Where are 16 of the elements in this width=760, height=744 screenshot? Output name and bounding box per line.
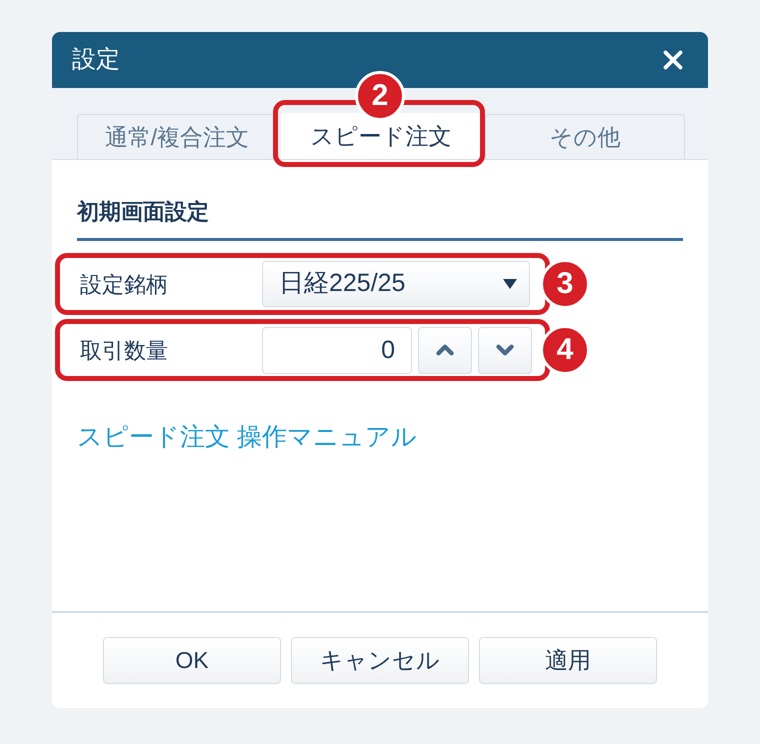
- tab[interactable]: その他: [485, 114, 685, 159]
- dialog-button[interactable]: OK: [103, 637, 281, 684]
- window-title: 設定: [72, 45, 120, 75]
- section-heading: 初期画面設定: [77, 195, 683, 241]
- decrement-button[interactable]: [478, 326, 532, 374]
- tab[interactable]: スピード注文: [281, 113, 481, 159]
- dialog-button[interactable]: キャンセル: [291, 637, 469, 684]
- symbol-dropdown[interactable]: 日経225/25: [262, 261, 530, 307]
- callout-badge: 4: [540, 325, 590, 375]
- field-label: 設定銘柄: [80, 270, 169, 298]
- dialog-button[interactable]: 適用: [479, 637, 657, 684]
- field-label: 取引数量: [80, 336, 169, 364]
- increment-button[interactable]: [418, 326, 472, 374]
- quantity-field[interactable]: 0: [262, 326, 412, 374]
- dropdown-caret-icon: [503, 279, 517, 289]
- callout-badge: 3: [540, 259, 590, 309]
